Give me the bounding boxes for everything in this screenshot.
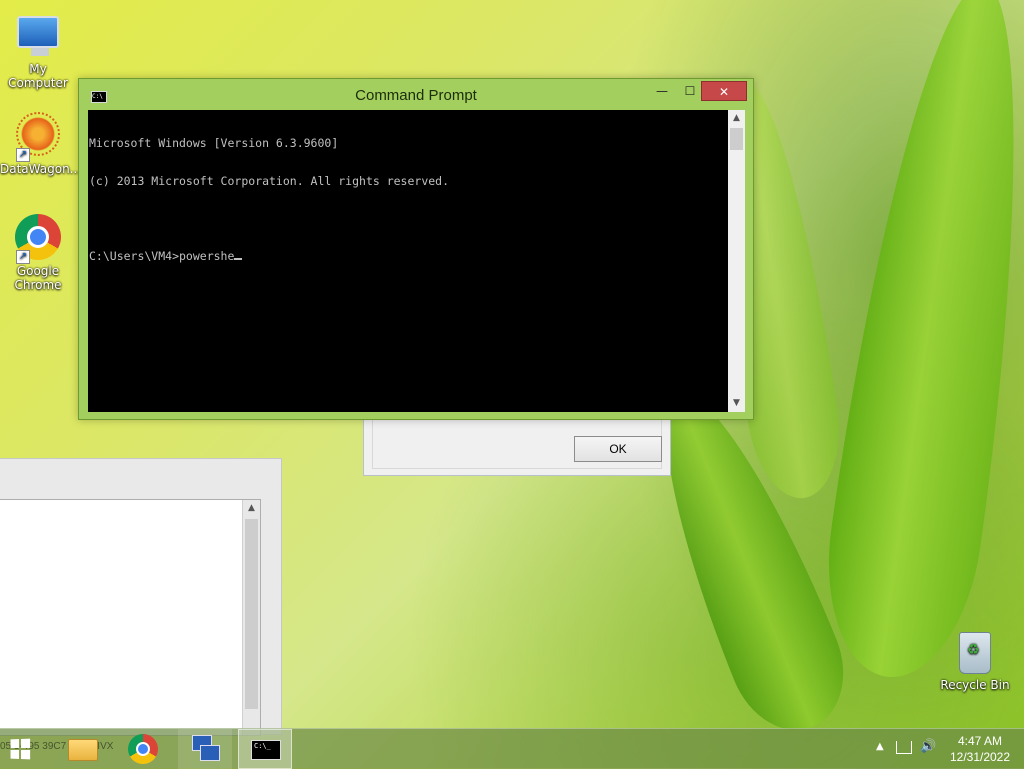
command-prompt-window[interactable]: C:\ Command Prompt — ☐ ✕ Microsoft Windo…: [78, 78, 754, 420]
desktop-icon-label: Google Chrome: [14, 264, 62, 292]
ok-button[interactable]: OK: [574, 436, 662, 462]
start-button[interactable]: [0, 729, 40, 769]
scroll-down-arrow-icon[interactable]: ▼: [728, 395, 745, 412]
shortcut-arrow-icon: ↗: [16, 148, 30, 162]
minimize-button[interactable]: —: [649, 81, 675, 101]
shortcut-arrow-icon: ↗: [16, 250, 30, 264]
taskbar-network-app[interactable]: [178, 729, 232, 769]
console-output[interactable]: Microsoft Windows [Version 6.3.9600] (c)…: [88, 110, 728, 412]
taskbar-chrome[interactable]: [122, 729, 164, 769]
clock[interactable]: 4:47 AM 12/31/2022: [942, 733, 1018, 765]
taskbar-file-explorer[interactable]: [62, 729, 102, 769]
desktop-icon-datawagon[interactable]: ↗ DataWagon...: [0, 112, 82, 176]
taskbar: 05 3-495 39C7 E1D} \IVX C:\_ ▲ 🔊 4:47 AM…: [0, 728, 1024, 769]
background-window[interactable]: ▲: [0, 458, 282, 736]
desktop-icon-google-chrome[interactable]: ↗ Google Chrome: [0, 214, 76, 292]
taskbar-command-prompt[interactable]: C:\_: [238, 729, 292, 769]
computer-icon: [17, 16, 59, 56]
chrome-icon: ↗: [14, 214, 62, 264]
cmd-icon: C:\_: [251, 740, 281, 760]
desktop-icon-label: DataWagon...: [0, 162, 82, 176]
scroll-up-arrow-icon[interactable]: ▲: [728, 110, 745, 127]
recycle-bin-icon: [951, 632, 999, 680]
maximize-button[interactable]: ☐: [677, 81, 703, 101]
datawagon-icon: ↗: [14, 112, 62, 162]
clock-time: 4:47 AM: [957, 734, 1003, 748]
desktop-icon-my-computer[interactable]: My Computer: [0, 10, 76, 90]
console-line: Microsoft Windows [Version 6.3.9600]: [89, 136, 339, 150]
console-scrollbar[interactable]: ▲ ▼: [728, 110, 745, 412]
console-input-text: C:\Users\VM4>powershe: [89, 248, 235, 263]
chrome-icon: [128, 734, 158, 764]
volume-icon[interactable]: 🔊: [920, 739, 936, 754]
text-cursor: [234, 257, 243, 260]
scrollbar[interactable]: ▲: [242, 500, 260, 735]
console-prompt-line[interactable]: C:\Users\VM4>powershe: [89, 248, 728, 263]
desktop-icon-recycle-bin[interactable]: Recycle Bin: [937, 632, 1013, 692]
close-button[interactable]: ✕: [701, 81, 747, 101]
windows-logo-icon: [10, 738, 31, 760]
desktop-icon-label: My Computer: [8, 62, 68, 90]
scrollbar-thumb[interactable]: [245, 519, 258, 709]
system-tray: ▲ 🔊 4:47 AM 12/31/2022: [864, 729, 1024, 769]
background-window-panel: ▲: [0, 499, 261, 736]
folder-icon: [68, 739, 98, 761]
dialog-body: OK: [372, 415, 662, 469]
monitor-icon: [200, 745, 220, 761]
scrollbar-thumb[interactable]: [730, 128, 743, 150]
scroll-up-arrow-icon[interactable]: ▲: [243, 500, 260, 517]
show-hidden-icons-icon[interactable]: ▲: [876, 741, 884, 752]
console-line: (c) 2013 Microsoft Corporation. All righ…: [89, 173, 450, 188]
network-icon[interactable]: [896, 741, 912, 754]
title-bar[interactable]: C:\ Command Prompt — ☐ ✕: [79, 79, 753, 109]
clock-date: 12/31/2022: [949, 750, 1011, 764]
desktop-icon-label: Recycle Bin: [940, 678, 1010, 692]
wallpaper-leaf: [812, 0, 1024, 688]
